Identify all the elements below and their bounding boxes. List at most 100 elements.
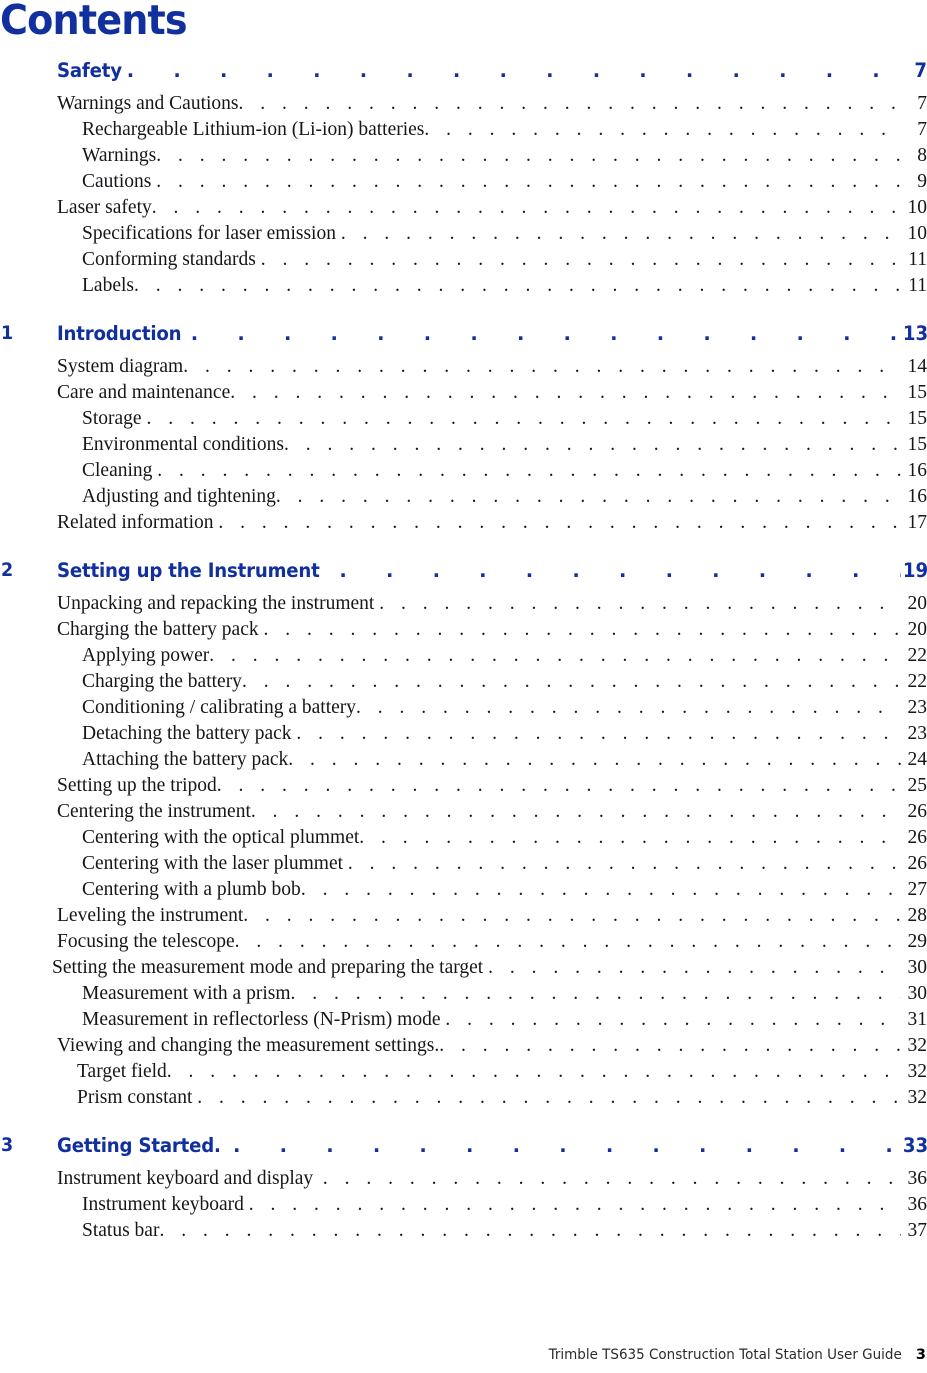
dot-leader: . . . . . . . . . . . . . . . . . . . . … xyxy=(445,1009,901,1030)
chapter-page-number: 7 xyxy=(914,59,927,82)
toc-entry-row[interactable]: Measurement in reflectorless (N-Prism) m… xyxy=(0,1007,927,1033)
dot-leader: . . . . . . . . . . . . . . . . . . . . … xyxy=(218,512,901,533)
toc-entry-row[interactable]: Centering with the optical plummet. . . … xyxy=(0,825,927,851)
entry-title: Attaching the battery pack xyxy=(82,749,289,770)
entry-title: Instrument keyboard and display xyxy=(57,1168,323,1189)
dot-leader: . . . . . . . . . . . . . . . . . . . . … xyxy=(146,408,901,429)
dot-leader: . . . . . . . . . . . . . . . . . . . . … xyxy=(197,1087,901,1108)
toc-entry-row[interactable]: Care and maintenance. . . . . . . . . . … xyxy=(0,380,927,406)
entry-page-number: 25 xyxy=(907,775,927,796)
entry-title: Adjusting and tightening xyxy=(82,486,276,507)
toc-entry-row[interactable]: Rechargeable Lithium-ion (Li-ion) batter… xyxy=(0,117,927,143)
dot-leader: . . . . . . . . . . . . . . . . . . . . … xyxy=(263,619,902,640)
toc-entry-row[interactable]: Warnings. . . . . . . . . . . . . . . . … xyxy=(0,143,927,169)
toc-entry-row[interactable]: Attaching the battery pack. . . . . . . … xyxy=(0,747,927,773)
entry-page-number: 28 xyxy=(907,905,927,926)
dot-leader: . . . . . . . . . . . . . . . . . . . . … xyxy=(300,879,901,900)
entry-page-number: 15 xyxy=(907,382,927,403)
entry-title: Centering with the optical plummet xyxy=(82,827,360,848)
dot-leader: . . . . . . . . . . . . . . . . . . . . … xyxy=(284,434,901,455)
toc-entry-row[interactable]: Environmental conditions. . . . . . . . … xyxy=(0,432,927,458)
toc-entry-row[interactable]: Cautions . . . . . . . . . . . . . . . .… xyxy=(0,169,927,195)
dot-leader: . . . . . . . . . . . . . . . . . . . . … xyxy=(356,697,901,718)
toc-entry-row[interactable]: Focusing the telescope. . . . . . . . . … xyxy=(0,929,927,955)
dot-leader: . . . . . . . . . . . . . . . . . . . . … xyxy=(250,801,901,822)
dot-leader: . . . . . . . . . . . . . . . . . . . . … xyxy=(151,197,901,218)
entry-title: Centering with the laser plummet xyxy=(82,853,348,874)
toc-entry-row[interactable]: Charging the battery pack . . . . . . . … xyxy=(0,617,927,643)
toc-entry-row[interactable]: Instrument keyboard and display . . . . … xyxy=(0,1166,927,1192)
toc-entry-row[interactable]: Applying power. . . . . . . . . . . . . … xyxy=(0,643,927,669)
entry-title: Status bar xyxy=(82,1220,160,1241)
entry-page-number: 22 xyxy=(907,645,927,666)
entry-title: Warnings and Cautions xyxy=(57,93,239,114)
toc-entry-row[interactable]: Storage . . . . . . . . . . . . . . . . … xyxy=(0,406,927,432)
toc-entry-row[interactable]: Warnings and Cautions. . . . . . . . . .… xyxy=(0,91,927,117)
toc-entry-row[interactable]: Centering with a plumb bob. . . . . . . … xyxy=(0,877,927,903)
toc-entry-row[interactable]: Instrument keyboard . . . . . . . . . . … xyxy=(0,1192,927,1218)
entry-page-number: 29 xyxy=(907,931,927,952)
table-of-contents: Safety. . . . . . . . . . . . . . . . . … xyxy=(0,50,927,1244)
entry-page-number: 27 xyxy=(907,879,927,900)
entry-title: Specifications for laser emission xyxy=(82,223,341,244)
entry-page-number: 31 xyxy=(907,1009,927,1030)
entry-title: Unpacking and repacking the instrument xyxy=(57,593,380,614)
toc-entry-row[interactable]: Measurement with a prism. . . . . . . . … xyxy=(0,981,927,1007)
entry-title: Target field xyxy=(77,1061,167,1082)
toc-entry-row[interactable]: Status bar. . . . . . . . . . . . . . . … xyxy=(0,1218,927,1244)
entry-title: Viewing and changing the measurement set… xyxy=(57,1035,440,1056)
entry-page-number: 11 xyxy=(908,249,927,270)
toc-entry-row[interactable]: Leveling the instrument. . . . . . . . .… xyxy=(0,903,927,929)
dot-leader: . . . . . . . . . . . . . . . . . . . . … xyxy=(296,723,901,744)
toc-entry-row[interactable]: Centering the instrument. . . . . . . . … xyxy=(0,799,927,825)
entry-page-number: 16 xyxy=(907,460,927,481)
toc-entry-row[interactable]: Conforming standards . . . . . . . . . .… xyxy=(0,247,927,273)
entry-title: Instrument keyboard xyxy=(82,1194,249,1215)
entry-title: Cleaning xyxy=(82,460,158,481)
dot-leader: . . . . . . . . . . . . . . . . . . . . … xyxy=(159,1220,901,1241)
toc-entry-row[interactable]: Detaching the battery pack . . . . . . .… xyxy=(0,721,927,747)
entry-page-number: 30 xyxy=(907,983,927,1004)
toc-entry-row[interactable]: Viewing and changing the measurement set… xyxy=(0,1033,927,1059)
toc-entry-row[interactable]: System diagram. . . . . . . . . . . . . … xyxy=(0,354,927,380)
entry-page-number: 26 xyxy=(907,827,927,848)
dot-leader: . . . . . . . . . . . . . . . . . . . . … xyxy=(156,171,901,192)
chapter-title: Setting up the Instrument xyxy=(57,559,320,582)
dot-leader: . . . . . . . . . . . . . . . . . . . . … xyxy=(126,59,901,82)
entry-title: Detaching the battery pack xyxy=(82,723,297,744)
entry-title: Centering with a plumb bob xyxy=(82,879,301,900)
entry-title: Laser safety xyxy=(57,197,152,218)
toc-entry-row[interactable]: Unpacking and repacking the instrument .… xyxy=(0,591,927,617)
toc-entry-row[interactable]: Related information . . . . . . . . . . … xyxy=(0,510,927,536)
entry-title: System diagram xyxy=(57,356,184,377)
toc-entry-row[interactable]: Target field. . . . . . . . . . . . . . … xyxy=(0,1059,927,1085)
dot-leader: . . . . . . . . . . . . . . . . . . . . … xyxy=(275,486,901,507)
entry-page-number: 7 xyxy=(917,119,927,140)
dot-leader: . . . . . . . . . . . . . . . . . . . . … xyxy=(488,957,901,978)
entry-title: Labels xyxy=(82,275,134,296)
dot-leader: . . . . . . . . . . . . . . . . . . . . … xyxy=(424,119,901,140)
toc-entry-row[interactable]: Centering with the laser plummet . . . .… xyxy=(0,851,927,877)
toc-chapter-row[interactable]: Safety. . . . . . . . . . . . . . . . . … xyxy=(0,50,927,91)
toc-entry-row[interactable]: Conditioning / calibrating a battery. . … xyxy=(0,695,927,721)
chapter-number: 2 xyxy=(1,559,14,581)
toc-entry-row[interactable]: Adjusting and tightening. . . . . . . . … xyxy=(0,484,927,510)
toc-entry-row[interactable]: Setting the measurement mode and prepari… xyxy=(0,955,927,981)
dot-leader: . . . . . . . . . . . . . . . . . . . . … xyxy=(156,145,901,166)
chapter-page-number: 33 xyxy=(902,1134,927,1157)
dot-leader: . . . . . . . . . . . . . . . . . . . . … xyxy=(243,905,901,926)
toc-chapter-row[interactable]: 2 Setting up the Instrument . . . . . . .… xyxy=(0,550,927,591)
toc-entry-row[interactable]: Prism constant . . . . . . . . . . . . .… xyxy=(0,1085,927,1111)
toc-page: Contents Safety. . . . . . . . . . . . .… xyxy=(0,0,927,1373)
toc-entry-row[interactable]: Specifications for laser emission . . . … xyxy=(0,221,927,247)
toc-entry-row[interactable]: Laser safety. . . . . . . . . . . . . . … xyxy=(0,195,927,221)
toc-entry-row[interactable]: Cleaning . . . . . . . . . . . . . . . .… xyxy=(0,458,927,484)
toc-chapter-row[interactable]: 3 Getting Started. . . . . . . . . . . . .… xyxy=(0,1125,927,1166)
entry-page-number: 23 xyxy=(907,697,927,718)
toc-entry-row[interactable]: Setting up the tripod. . . . . . . . . .… xyxy=(0,773,927,799)
toc-chapter-row[interactable]: 1 Introduction . . . . . . . . . . . . . … xyxy=(0,313,927,354)
toc-entry-row[interactable]: Labels. . . . . . . . . . . . . . . . . … xyxy=(0,273,927,299)
entry-page-number: 16 xyxy=(907,486,927,507)
toc-entry-row[interactable]: Charging the battery. . . . . . . . . . … xyxy=(0,669,927,695)
